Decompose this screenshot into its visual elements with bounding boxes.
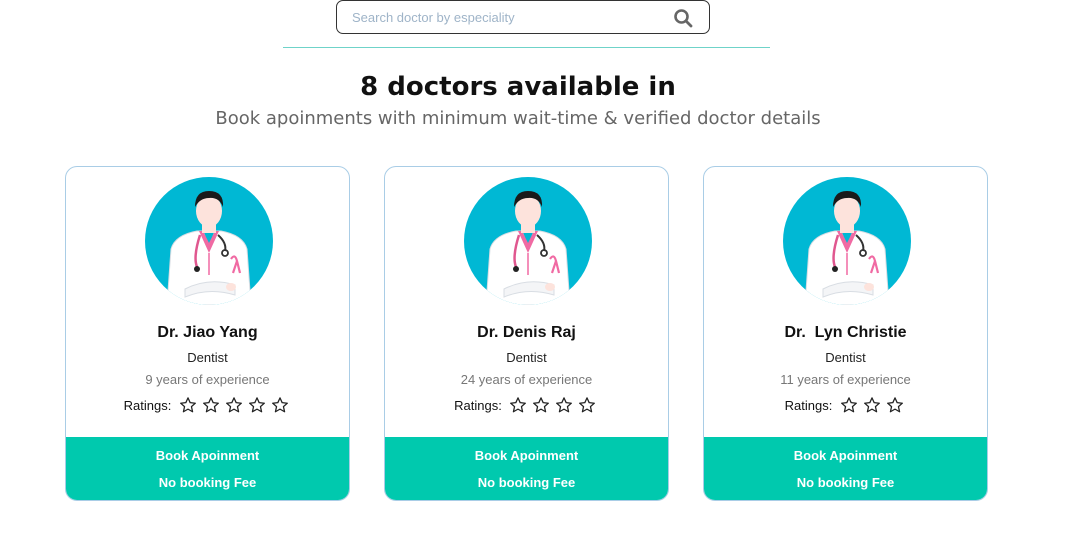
doctor-name: Dr. Denis Raj <box>477 324 576 341</box>
book-appointment-button[interactable]: Book Apoinment No booking Fee <box>385 437 668 500</box>
page-title: 8 doctors available in <box>360 72 676 102</box>
star-icon <box>225 397 242 413</box>
page-subtitle: Book apoinments with minimum wait-time &… <box>215 108 821 129</box>
doctor-speciality: Dentist <box>506 350 547 365</box>
star-icon <box>510 397 527 413</box>
doctor-card[interactable]: Dr. Lyn Christie Dentist 11 years of exp… <box>703 166 988 501</box>
ratings-label: Ratings: <box>454 397 502 413</box>
star-icon <box>886 397 903 413</box>
doctor-experience: 24 years of experience <box>460 372 593 387</box>
doctor-avatar <box>464 177 592 305</box>
search-icon[interactable] <box>673 8 693 28</box>
star-icon <box>202 397 219 413</box>
star-icon <box>556 397 573 413</box>
divider <box>283 47 770 48</box>
book-appointment-label: Book Apoinment <box>474 448 579 463</box>
star-icon <box>179 397 196 413</box>
doctor-speciality: Dentist <box>825 350 866 365</box>
book-appointment-button[interactable]: Book Apoinment No booking Fee <box>704 437 987 500</box>
doctor-name: Dr. Lyn Christie <box>784 324 907 341</box>
doctor-avatar <box>783 177 911 305</box>
doctor-avatar <box>145 177 273 305</box>
book-appointment-label: Book Apoinment <box>793 448 898 463</box>
ratings-label: Ratings: <box>123 397 172 413</box>
book-appointment-button[interactable]: Book Apoinment No booking Fee <box>66 437 349 500</box>
no-booking-fee-label: No booking Fee <box>158 475 257 490</box>
doctor-card[interactable]: Dr. Jiao Yang Dentist 9 years of experie… <box>65 166 350 501</box>
doctor-ratings: Ratings: <box>66 396 349 414</box>
no-booking-fee-label: No booking Fee <box>477 475 576 490</box>
no-booking-fee-label: No booking Fee <box>796 475 895 490</box>
doctor-card[interactable]: Dr. Denis Raj Dentist 24 years of experi… <box>384 166 669 501</box>
search-bar[interactable] <box>336 0 710 34</box>
star-icon <box>579 397 596 413</box>
star-icon <box>840 397 857 413</box>
star-icon <box>533 397 550 413</box>
page: 8 doctors available in Book apoinments w… <box>0 0 1065 543</box>
doctor-experience: 11 years of experience <box>780 372 911 387</box>
doctor-ratings: Ratings: <box>704 396 987 414</box>
ratings-label: Ratings: <box>784 397 833 413</box>
book-appointment-label: Book Apoinment <box>155 448 260 463</box>
search-input[interactable] <box>352 5 652 29</box>
doctor-experience: 9 years of experience <box>145 372 270 387</box>
star-icon <box>863 397 880 413</box>
doctor-ratings: Ratings: <box>385 396 668 414</box>
star-icon <box>271 397 288 413</box>
star-icon <box>248 397 265 413</box>
doctor-name: Dr. Jiao Yang <box>157 324 258 341</box>
doctor-speciality: Dentist <box>187 350 228 365</box>
